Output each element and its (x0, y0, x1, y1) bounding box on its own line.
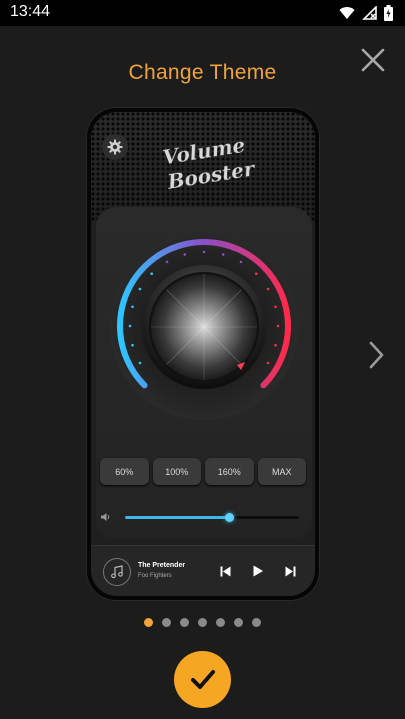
preset-max-button: MAX (257, 458, 306, 485)
preview-screen: Volume Booster 60% 100% 160% MAX The Pre… (91, 112, 315, 596)
confirm-theme-button[interactable] (174, 651, 231, 708)
volume-dial (110, 232, 298, 420)
preset-160-button: 160% (205, 458, 254, 485)
album-art (103, 558, 131, 586)
wifi-icon (339, 7, 355, 20)
song-title: The Pretender (138, 562, 186, 569)
song-artist: Foo Fighters (138, 573, 172, 579)
status-icons (339, 5, 393, 21)
status-bar: 13:44 (0, 0, 405, 26)
pager-dot[interactable] (216, 618, 225, 627)
speaker-icon (101, 513, 110, 521)
pager-dot[interactable] (234, 618, 243, 627)
next-track-button (282, 563, 298, 579)
app-logo: Volume Booster (161, 136, 257, 192)
mini-player: The Pretender Foo Fighters (91, 545, 315, 596)
music-note-icon (111, 565, 123, 579)
pager-dot[interactable] (252, 618, 261, 627)
close-icon[interactable] (359, 46, 387, 74)
settings-button (102, 134, 128, 160)
page-title: Change Theme (128, 61, 277, 84)
battery-icon (384, 5, 393, 21)
preset-60-button: 60% (100, 458, 149, 485)
play-button (250, 563, 266, 579)
pager-dot[interactable] (162, 618, 171, 627)
theme-pager (0, 618, 405, 627)
next-theme-chevron-icon[interactable] (364, 340, 388, 370)
play-icon (253, 565, 263, 577)
volume-fill (125, 516, 230, 519)
preset-buttons: 60% 100% 160% MAX (100, 458, 306, 485)
pager-dot[interactable] (180, 618, 189, 627)
volume-track (125, 513, 299, 522)
pager-dot[interactable] (198, 618, 207, 627)
volume-slider (101, 510, 307, 524)
volume-thumb (225, 513, 235, 522)
no-signal-icon (362, 6, 377, 20)
theme-preview: Volume Booster 60% 100% 160% MAX The Pre… (86, 107, 320, 601)
pager-dot[interactable] (144, 618, 153, 627)
skip-next-icon (285, 566, 295, 576)
previous-button (217, 563, 233, 579)
skip-previous-icon (220, 566, 230, 576)
checkmark-icon (190, 669, 215, 689)
preset-100-button: 100% (152, 458, 201, 485)
status-time: 13:44 (10, 3, 51, 20)
gear-icon (107, 139, 123, 155)
